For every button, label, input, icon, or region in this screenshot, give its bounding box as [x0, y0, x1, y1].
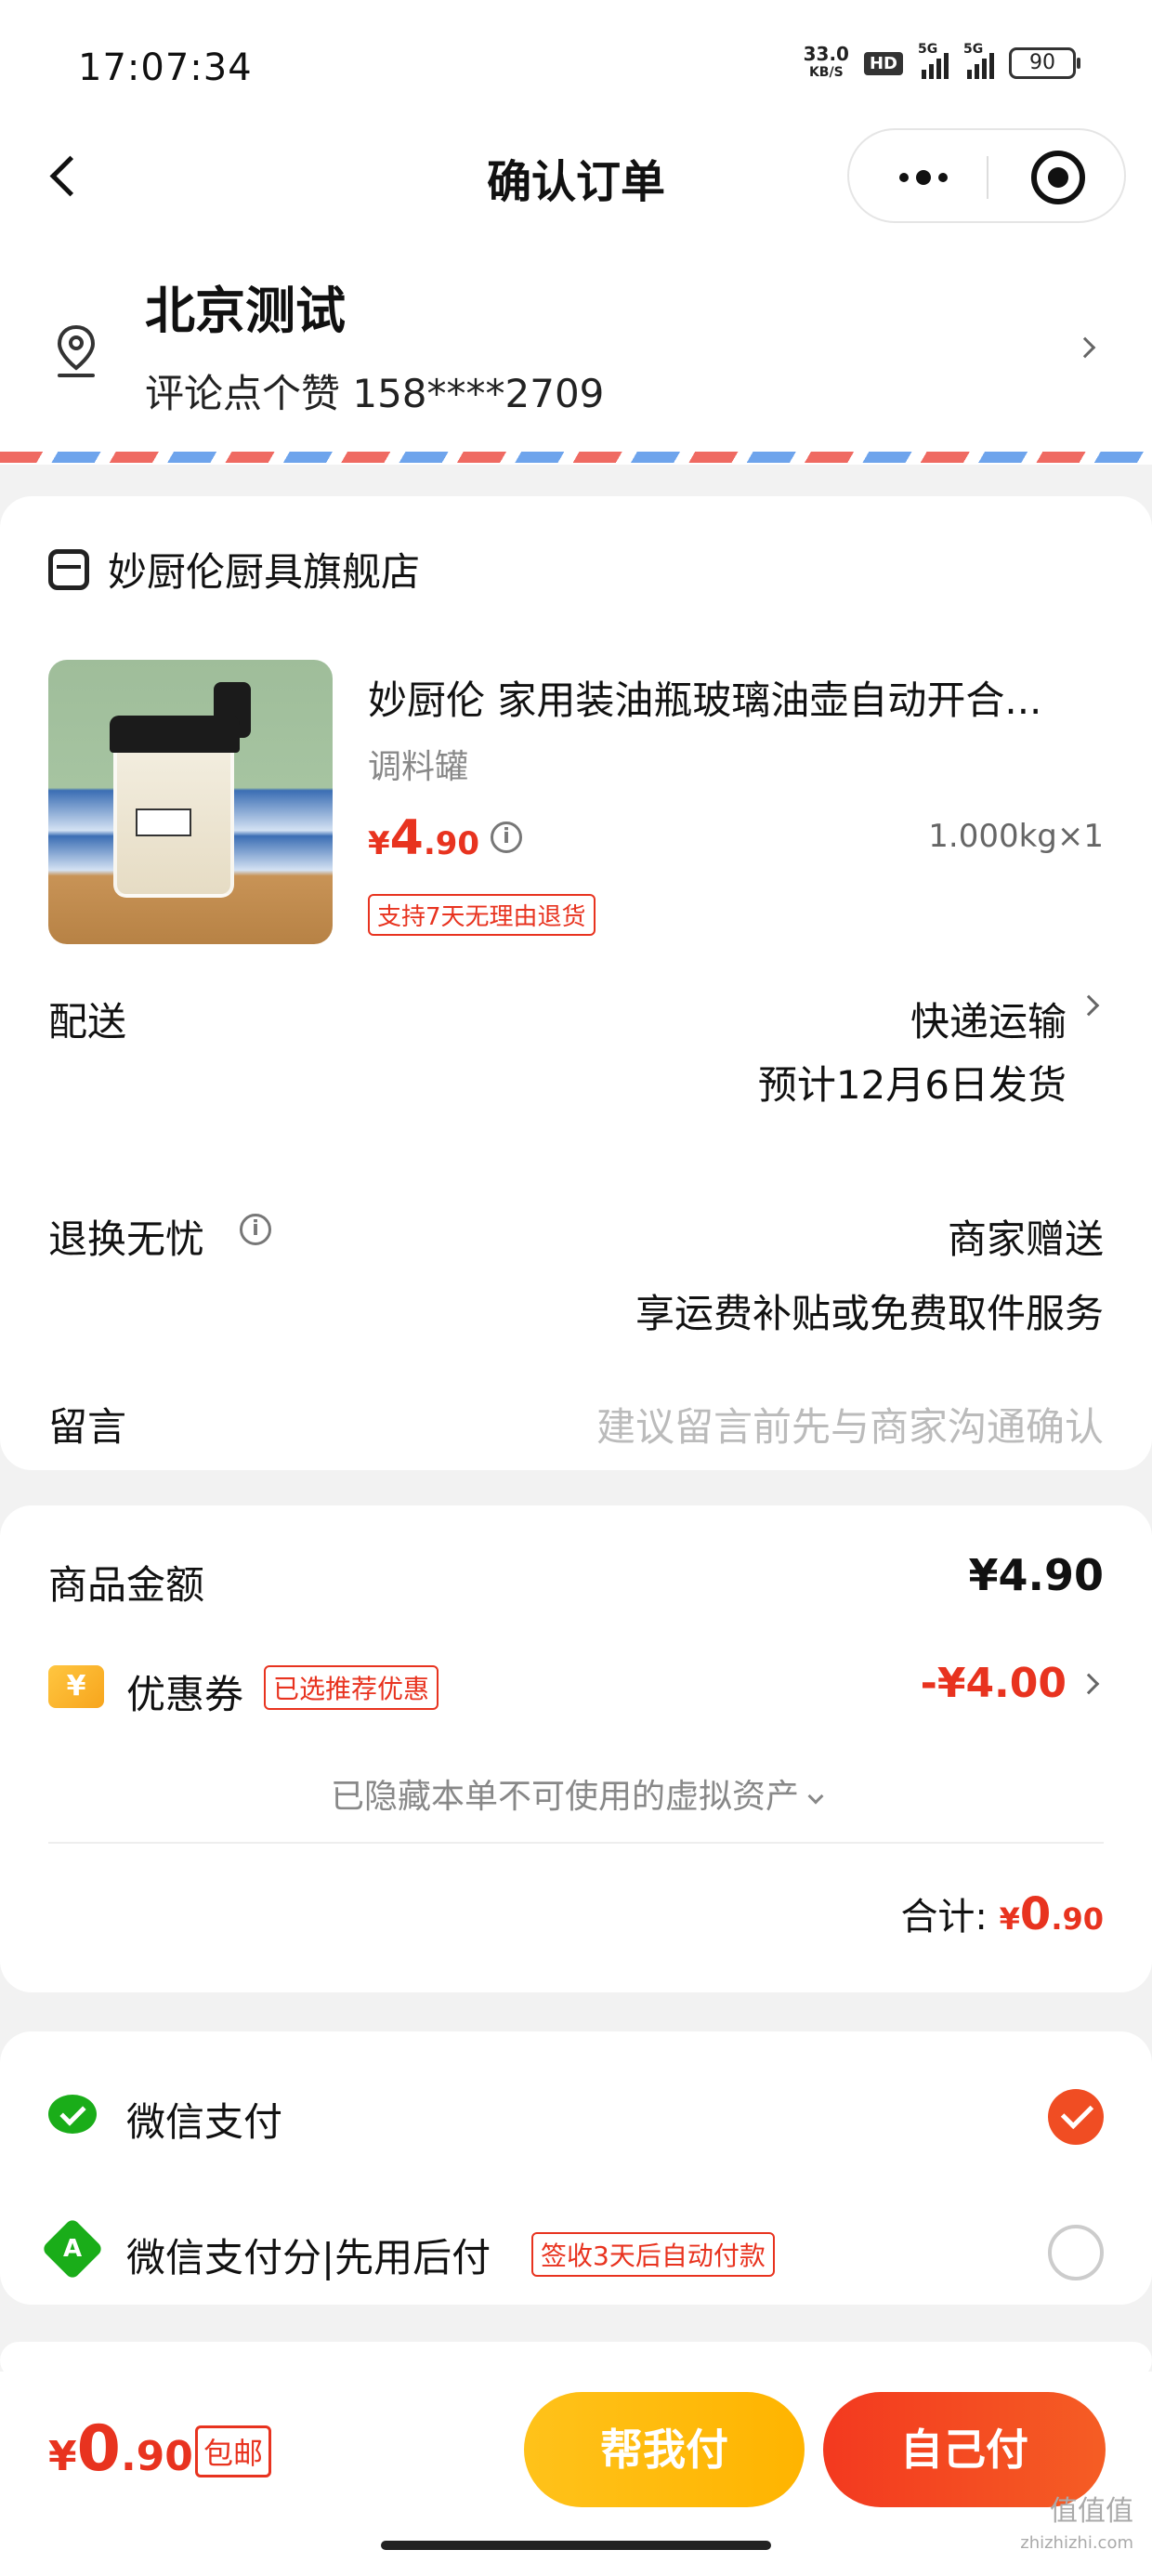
ask-friend-pay-button[interactable]: 帮我付	[524, 2392, 805, 2507]
close-miniprogram-icon[interactable]	[1031, 151, 1085, 204]
wechat-score-icon: A	[41, 2217, 104, 2280]
battery-icon: 90	[1009, 47, 1080, 79]
chevron-right-icon	[1078, 994, 1100, 1017]
shipping-address[interactable]: 北京测试 评论点个赞 158****2709	[0, 232, 1152, 465]
message-label: 留言	[48, 1404, 127, 1450]
returns-value: 商家赠送	[947, 1216, 1104, 1262]
recipient-contact: 评论点个赞 158****2709	[145, 371, 605, 416]
wechat-score-label: 微信支付分|先用后付	[126, 2235, 491, 2280]
signal-icon-2: 5G	[963, 42, 994, 79]
payment-option-wechat[interactable]: 微信支付	[48, 2078, 1104, 2152]
returns-info-icon[interactable]: i	[240, 1214, 271, 1245]
delivery-label: 配送	[48, 999, 127, 1045]
amount-summary-card: 商品金额 ¥4.90 ¥ 优惠券 已选推荐优惠 -¥4.00 已隐藏本单不可使用…	[0, 1505, 1152, 1992]
pay-myself-button[interactable]: 自己付	[823, 2392, 1106, 2507]
payment-method-card: 微信支付 A 微信支付分|先用后付 签收3天后自动付款	[0, 2031, 1152, 2305]
goods-amount-label: 商品金额	[48, 1562, 205, 1608]
coupon-icon: ¥	[48, 1665, 104, 1708]
hd-icon: HD	[863, 51, 903, 75]
product-spec: 调料罐	[368, 748, 469, 786]
product-title[interactable]: 妙厨伦 家用装油瓶玻璃油壶自动开合...	[368, 669, 1111, 726]
location-pin-icon	[57, 324, 96, 377]
coupon-tag: 已选推荐优惠	[264, 1665, 439, 1710]
product-price: ¥4.90	[368, 810, 480, 866]
product-quantity: 1.000kg×1	[928, 818, 1104, 855]
store-header[interactable]: 妙厨伦厨具旗舰店	[48, 541, 420, 598]
status-indicators: 33.0 KB/S HD 5G 5G 90	[803, 42, 1080, 82]
bottom-checkout-bar: ¥0.90 包邮 帮我付 自己付 值值值 zhizhizhi.com	[0, 2372, 1152, 2576]
goods-amount-value: ¥4.90	[968, 1550, 1104, 1600]
status-time: 17:07:34	[78, 46, 253, 89]
status-bar: 17:07:34 33.0 KB/S HD 5G 5G 90	[0, 0, 1152, 130]
recipient-name: 北京测试	[145, 282, 346, 340]
order-item-card: 妙厨伦厨具旗舰店 妙厨伦 家用装油瓶玻璃油壶自动开合... 调料罐 ¥4.90 …	[0, 496, 1152, 1470]
product-image-lid	[110, 716, 240, 753]
coupon-label: 优惠券	[126, 1672, 244, 1717]
radio-unchecked-icon[interactable]	[1048, 2225, 1104, 2280]
returns-description: 享运费补贴或免费取件服务	[635, 1291, 1104, 1336]
delivery-eta: 预计12月6日发货	[757, 1062, 1067, 1108]
wechat-pay-label: 微信支付	[126, 2099, 283, 2145]
return-policy-badge: 支持7天无理由退货	[368, 894, 596, 936]
returns-label: 退换无忧	[48, 1216, 205, 1262]
signal-icon: 5G	[918, 42, 949, 79]
chevron-right-icon	[1074, 336, 1096, 359]
envelope-stripe	[0, 452, 1152, 463]
chevron-right-icon	[1078, 1673, 1100, 1695]
delivery-method[interactable]: 快递运输	[910, 991, 1067, 1047]
miniprogram-capsule	[847, 128, 1126, 223]
hidden-assets-toggle[interactable]: 已隐藏本单不可使用的虚拟资产	[0, 1769, 1152, 1818]
product-image[interactable]	[48, 660, 333, 944]
price-info-icon[interactable]: i	[491, 821, 522, 853]
free-shipping-badge: 包邮	[195, 2425, 272, 2477]
store-name: 妙厨伦厨具旗舰店	[108, 549, 421, 595]
wechat-pay-icon	[48, 2095, 97, 2134]
chevron-down-icon	[807, 1788, 824, 1805]
store-icon	[48, 548, 89, 590]
nav-bar: 确认订单	[0, 121, 1152, 232]
payment-option-score[interactable]: A 微信支付分|先用后付 签收3天后自动付款	[41, 2214, 1104, 2288]
network-speed: 33.0 KB/S	[803, 43, 849, 80]
payable-amount: ¥0.90	[48, 2412, 193, 2486]
divider	[48, 1842, 1104, 1844]
home-indicator[interactable]	[381, 2541, 771, 2550]
order-total: 合计: ¥0.90	[900, 1888, 1104, 1940]
capsule-divider	[987, 156, 988, 199]
message-input[interactable]: 建议留言前先与商家沟通确认	[596, 1396, 1104, 1452]
more-icon[interactable]	[886, 164, 961, 191]
watermark: 值值值 zhizhizhi.com	[1020, 2495, 1133, 2554]
coupon-discount[interactable]: -¥4.00	[921, 1660, 1067, 1707]
score-tag: 签收3天后自动付款	[531, 2232, 775, 2277]
radio-checked-icon[interactable]	[1048, 2089, 1104, 2145]
product-image-label	[136, 808, 191, 836]
